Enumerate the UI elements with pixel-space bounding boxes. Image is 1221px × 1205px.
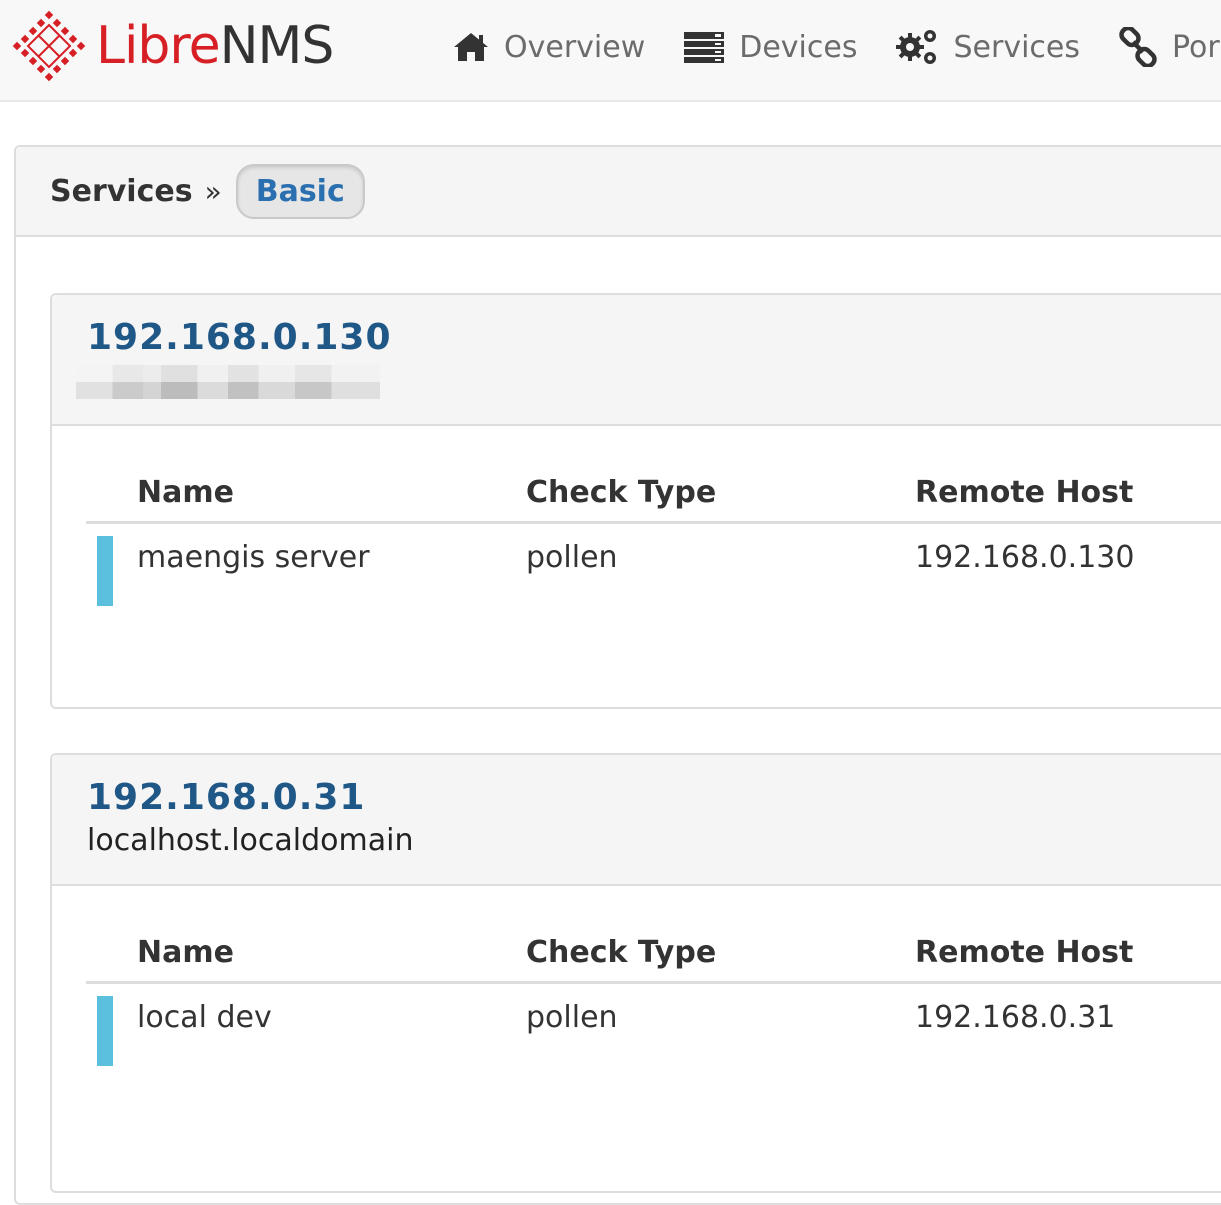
- table-header-row: Name Check Type Remote Host: [86, 923, 1221, 984]
- service-remote-host: 192.168.0.130: [915, 540, 1135, 575]
- device-card: 192.168.0.31 localhost.localdomain Name …: [50, 753, 1221, 1193]
- device-hostname: localhost.localdomain: [87, 823, 414, 858]
- nav-item-devices[interactable]: Devices: [683, 30, 857, 65]
- nav-item-label: Devices: [739, 29, 858, 65]
- nav-item-label: Services: [953, 29, 1080, 65]
- brand-name-libre: Libre: [96, 16, 221, 76]
- top-navbar: LibreNMS Overview Devices Services Por: [0, 0, 1221, 102]
- service-remote-host: 192.168.0.31: [915, 1000, 1116, 1035]
- device-header: 192.168.0.31 localhost.localdomain: [52, 755, 1221, 886]
- view-basic-button[interactable]: Basic: [235, 163, 365, 219]
- status-indicator: [97, 536, 113, 606]
- remote-host-column-header: Remote Host: [915, 923, 1221, 984]
- remote-host-column-header: Remote Host: [915, 463, 1221, 524]
- brand-logo-link[interactable]: LibreNMS: [12, 6, 334, 86]
- service-check-type: pollen: [526, 540, 618, 575]
- status-indicator: [97, 996, 113, 1066]
- main-nav: Overview Devices Services Por: [452, 0, 1221, 94]
- check-type-column-header: Check Type: [526, 923, 915, 984]
- name-column-header: Name: [137, 463, 526, 524]
- home-icon: [454, 33, 488, 61]
- page-title: Services: [50, 173, 193, 209]
- device-ip-link[interactable]: 192.168.0.130: [87, 317, 392, 358]
- device-header: 192.168.0.130: [52, 295, 1221, 426]
- librenms-diamond-logo-icon: [12, 10, 86, 82]
- nav-item-services[interactable]: Services: [895, 27, 1080, 67]
- nav-item-overview[interactable]: Overview: [452, 30, 645, 65]
- check-type-column-header: Check Type: [526, 463, 915, 524]
- cogs-icon: [896, 30, 937, 64]
- nav-item-label: Por: [1172, 29, 1220, 65]
- name-column-header: Name: [137, 923, 526, 984]
- service-name: local dev: [137, 1000, 272, 1035]
- device-ip-link[interactable]: 192.168.0.31: [87, 777, 365, 818]
- breadcrumb: Services » Basic: [16, 147, 1221, 237]
- status-cell: [86, 523, 137, 627]
- nav-item-ports[interactable]: Por: [1118, 27, 1220, 67]
- device-card: 192.168.0.130 Name Check Type Remote Hos…: [50, 293, 1221, 709]
- status-cell: [86, 983, 137, 1087]
- table-row: maengis server pollen 192.168.0.130: [86, 523, 1221, 627]
- service-check-type: pollen: [526, 1000, 618, 1035]
- service-name: maengis server: [137, 540, 370, 575]
- table-header-row: Name Check Type Remote Host: [86, 463, 1221, 524]
- brand-name: LibreNMS: [96, 20, 334, 72]
- status-column-header: [86, 463, 137, 524]
- services-table: Name Check Type Remote Host maengis serv…: [86, 463, 1221, 626]
- table-row: local dev pollen 192.168.0.31: [86, 983, 1221, 1087]
- services-table: Name Check Type Remote Host local dev po…: [86, 923, 1221, 1086]
- nav-item-label: Overview: [504, 29, 646, 65]
- link-icon: [1119, 27, 1157, 67]
- redacted-hostname: [76, 365, 380, 399]
- server-icon: [684, 32, 725, 63]
- breadcrumb-separator: »: [204, 174, 222, 208]
- brand-name-nms: NMS: [219, 16, 335, 76]
- status-column-header: [86, 923, 137, 984]
